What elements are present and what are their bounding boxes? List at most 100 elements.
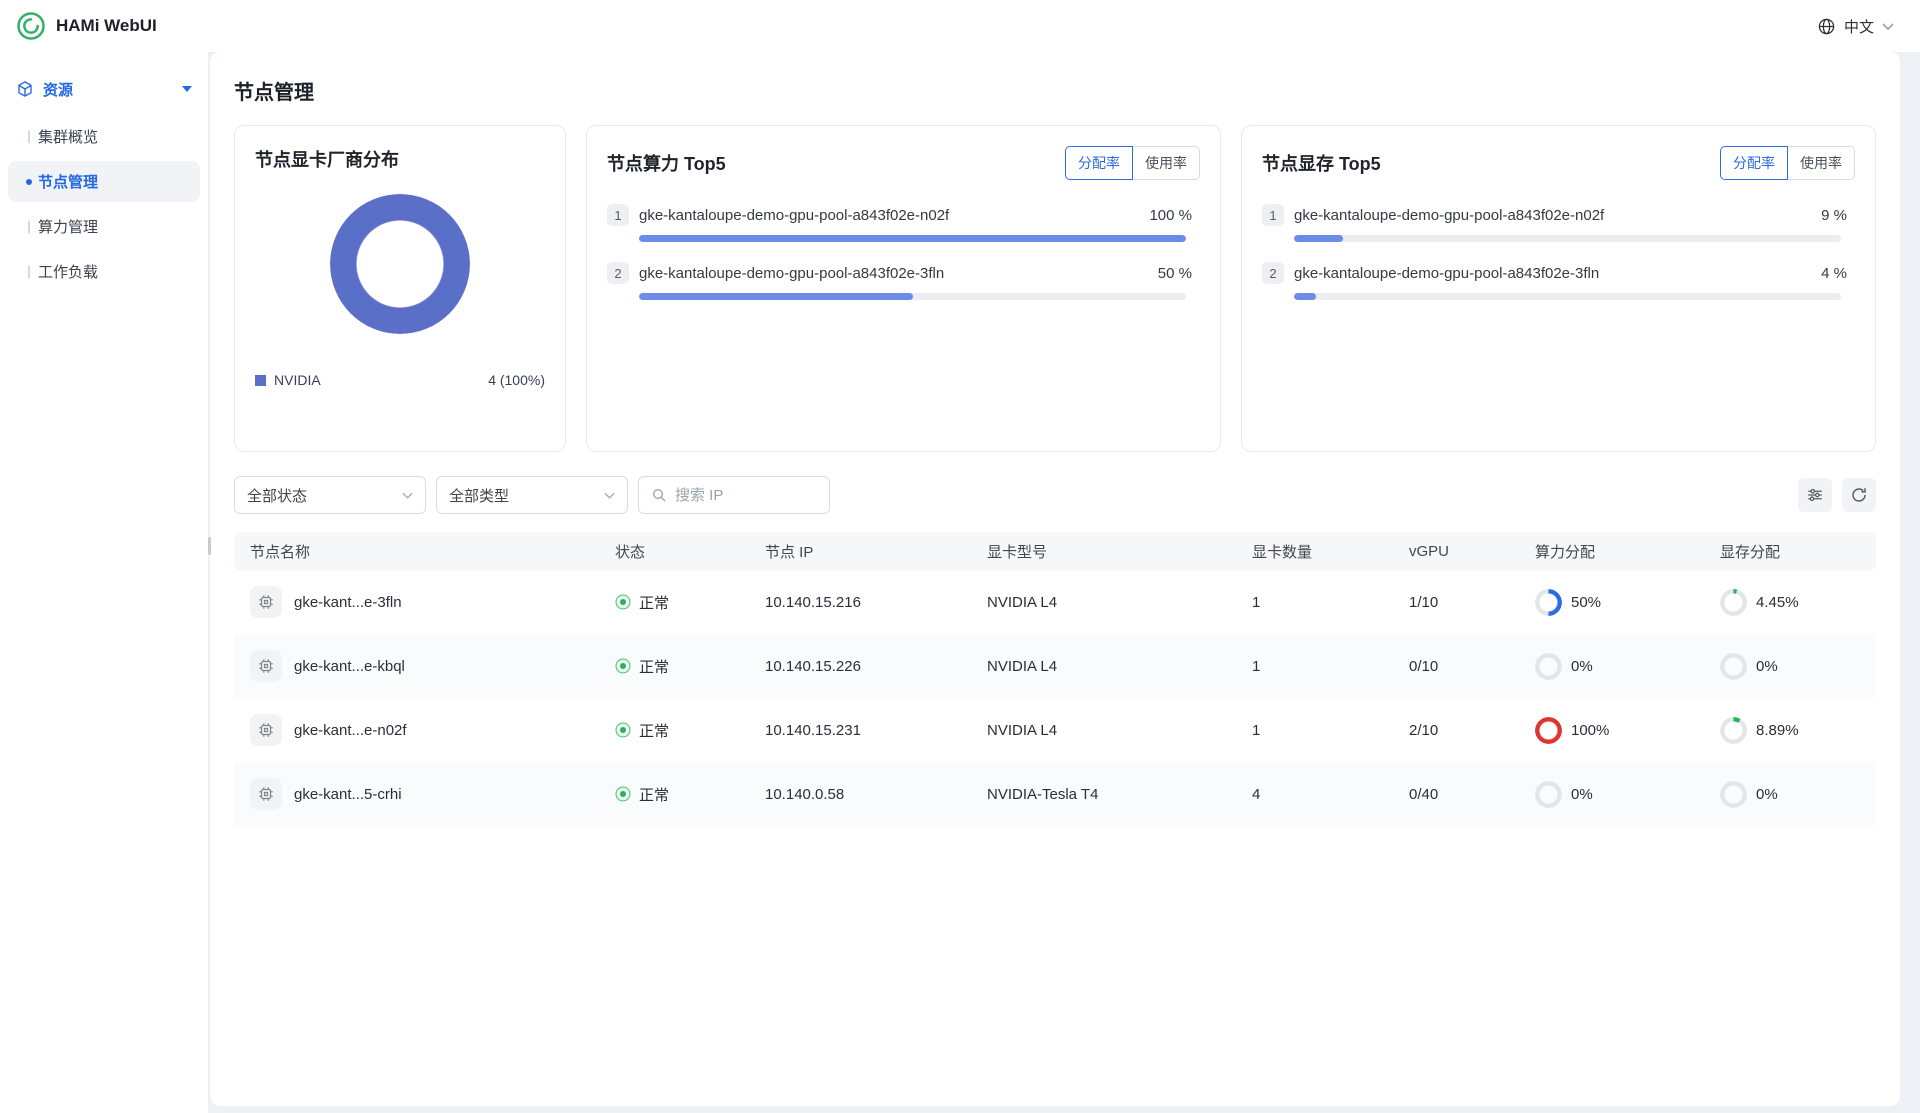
cell-node-ip: 10.140.15.216 (749, 594, 971, 611)
memory-percent: 4.45% (1756, 594, 1799, 611)
sidebar-item-cluster-overview[interactable]: 集群概览 (8, 116, 200, 157)
top5-list: 1 gke-kantaloupe-demo-gpu-pool-a843f02e-… (607, 204, 1200, 300)
cell-gpu-model: NVIDIA L4 (971, 594, 1236, 611)
status-filter-value: 全部状态 (247, 485, 307, 506)
legend-row: NVIDIA 4 (100%) (255, 372, 545, 388)
status-ok-icon (615, 722, 631, 738)
memory-percent: 8.89% (1756, 722, 1799, 739)
sidebar-resize-handle[interactable] (208, 537, 211, 555)
cell-gpu-model: NVIDIA L4 (971, 658, 1236, 675)
table-row[interactable]: gke-kant...e-n02f 正常 10.140.15.231 NVIDI… (234, 698, 1876, 762)
cell-compute-allocation: 0% (1519, 653, 1704, 680)
legend-label: NVIDIA (274, 372, 321, 388)
node-name-text[interactable]: gke-kant...e-3fln (294, 594, 402, 611)
search-box (638, 476, 830, 514)
cell-gpu-count: 1 (1236, 658, 1393, 675)
language-switcher[interactable]: 中文 (1817, 16, 1920, 37)
sidebar-item-node-management[interactable]: 节点管理 (8, 161, 200, 202)
refresh-button[interactable] (1842, 478, 1876, 512)
table-header-row: 节点名称 状态 节点 IP 显卡型号 显卡数量 vGPU 算力分配 显存分配 (234, 532, 1876, 570)
gpu-chip-icon (250, 714, 282, 746)
compute-percent: 100% (1571, 722, 1609, 739)
cell-vgpu: 0/10 (1393, 658, 1519, 675)
table-settings-button[interactable] (1798, 478, 1832, 512)
col-header-compute-allocation: 算力分配 (1519, 541, 1704, 562)
sidebar-item-compute-management[interactable]: 算力管理 (8, 206, 200, 247)
gpu-chip-icon (250, 586, 282, 618)
allocation-rate-tab[interactable]: 分配率 (1065, 146, 1133, 180)
compute-ring-chart (1535, 717, 1562, 744)
progress-track (1294, 293, 1841, 300)
table-row[interactable]: gke-kant...e-3fln 正常 10.140.15.216 NVIDI… (234, 570, 1876, 634)
compute-percent: 50% (1571, 594, 1601, 611)
node-name-text[interactable]: gke-kant...e-n02f (294, 722, 407, 739)
sidebar-group-label: 资源 (43, 79, 73, 100)
type-filter-value: 全部类型 (449, 485, 509, 506)
cell-node-name: gke-kant...5-crhi (234, 778, 599, 810)
node-name: gke-kantaloupe-demo-gpu-pool-a843f02e-3f… (1294, 265, 1811, 282)
node-name-text[interactable]: gke-kant...5-crhi (294, 786, 402, 803)
compute-top5-card: 节点算力 Top5 分配率 使用率 1 gke-kantaloupe-demo-… (586, 125, 1221, 452)
type-filter-select[interactable]: 全部类型 (436, 476, 628, 514)
cell-gpu-model: NVIDIA-Tesla T4 (971, 786, 1236, 803)
cell-vgpu: 2/10 (1393, 722, 1519, 739)
col-header-node-ip: 节点 IP (749, 541, 971, 562)
allocation-rate-tab[interactable]: 分配率 (1720, 146, 1788, 180)
app-logo-icon (16, 11, 46, 41)
chevron-down-icon (402, 492, 413, 499)
cell-gpu-count: 1 (1236, 594, 1393, 611)
card-title: 节点显卡厂商分布 (255, 146, 545, 172)
chevron-down-icon (604, 492, 615, 499)
status-ok-icon (615, 658, 631, 674)
memory-percent: 0% (1756, 658, 1778, 675)
search-ip-input[interactable] (675, 487, 817, 504)
table-row[interactable]: gke-kant...e-kbql 正常 10.140.15.226 NVIDI… (234, 634, 1876, 698)
status-ok-icon (615, 594, 631, 610)
app-title: HAMi WebUI (56, 16, 157, 36)
cell-status: 正常 (599, 656, 749, 677)
col-header-gpu-count: 显卡数量 (1236, 541, 1393, 562)
progress-fill (639, 235, 1186, 242)
cell-gpu-count: 4 (1236, 786, 1393, 803)
node-value: 9 % (1821, 207, 1847, 224)
filter-row: 全部状态 全部类型 (234, 476, 1876, 514)
legend-swatch (255, 375, 266, 386)
cell-gpu-model: NVIDIA L4 (971, 722, 1236, 739)
vendor-donut-chart (330, 194, 470, 334)
sidebar-item-label: 工作负载 (38, 264, 98, 281)
progress-track (1294, 235, 1841, 242)
card-title: 节点显存 Top5 (1262, 150, 1381, 176)
sidebar-nav: 集群概览 节点管理 算力管理 工作负载 (0, 116, 208, 292)
cell-status: 正常 (599, 720, 749, 741)
usage-rate-tab[interactable]: 使用率 (1788, 146, 1855, 180)
chevron-down-icon (1882, 23, 1894, 30)
table-row[interactable]: gke-kant...5-crhi 正常 10.140.0.58 NVIDIA-… (234, 762, 1876, 826)
nodes-table: 节点名称 状态 节点 IP 显卡型号 显卡数量 vGPU 算力分配 显存分配 g… (234, 532, 1876, 826)
status-badge: 正常 (639, 592, 669, 613)
progress-fill (639, 293, 913, 300)
progress-fill (1294, 235, 1343, 242)
legend-value: 4 (100%) (488, 372, 545, 388)
col-header-memory-allocation: 显存分配 (1704, 541, 1876, 562)
cell-status: 正常 (599, 784, 749, 805)
search-icon (651, 487, 667, 503)
cell-gpu-count: 1 (1236, 722, 1393, 739)
col-header-node-name: 节点名称 (234, 541, 599, 562)
node-value: 4 % (1821, 265, 1847, 282)
sidebar-item-label: 集群概览 (38, 129, 98, 146)
col-header-gpu-model: 显卡型号 (971, 541, 1236, 562)
memory-ring-chart (1720, 717, 1747, 744)
main-area: 节点管理 节点显卡厂商分布 NVIDIA 4 (100%) 节点算力 Top5 (208, 52, 1920, 1113)
node-name: gke-kantaloupe-demo-gpu-pool-a843f02e-n0… (639, 207, 1139, 224)
node-name-text[interactable]: gke-kant...e-kbql (294, 658, 405, 675)
progress-track (639, 293, 1186, 300)
card-title: 节点算力 Top5 (607, 150, 726, 176)
node-name: gke-kantaloupe-demo-gpu-pool-a843f02e-n0… (1294, 207, 1811, 224)
list-item: 1 gke-kantaloupe-demo-gpu-pool-a843f02e-… (607, 204, 1200, 242)
sidebar-item-workloads[interactable]: 工作负载 (8, 251, 200, 292)
sidebar-group-resources[interactable]: 资源 (0, 66, 208, 112)
cell-node-ip: 10.140.15.226 (749, 658, 971, 675)
status-filter-select[interactable]: 全部状态 (234, 476, 426, 514)
usage-rate-tab[interactable]: 使用率 (1133, 146, 1200, 180)
node-name: gke-kantaloupe-demo-gpu-pool-a843f02e-3f… (639, 265, 1148, 282)
